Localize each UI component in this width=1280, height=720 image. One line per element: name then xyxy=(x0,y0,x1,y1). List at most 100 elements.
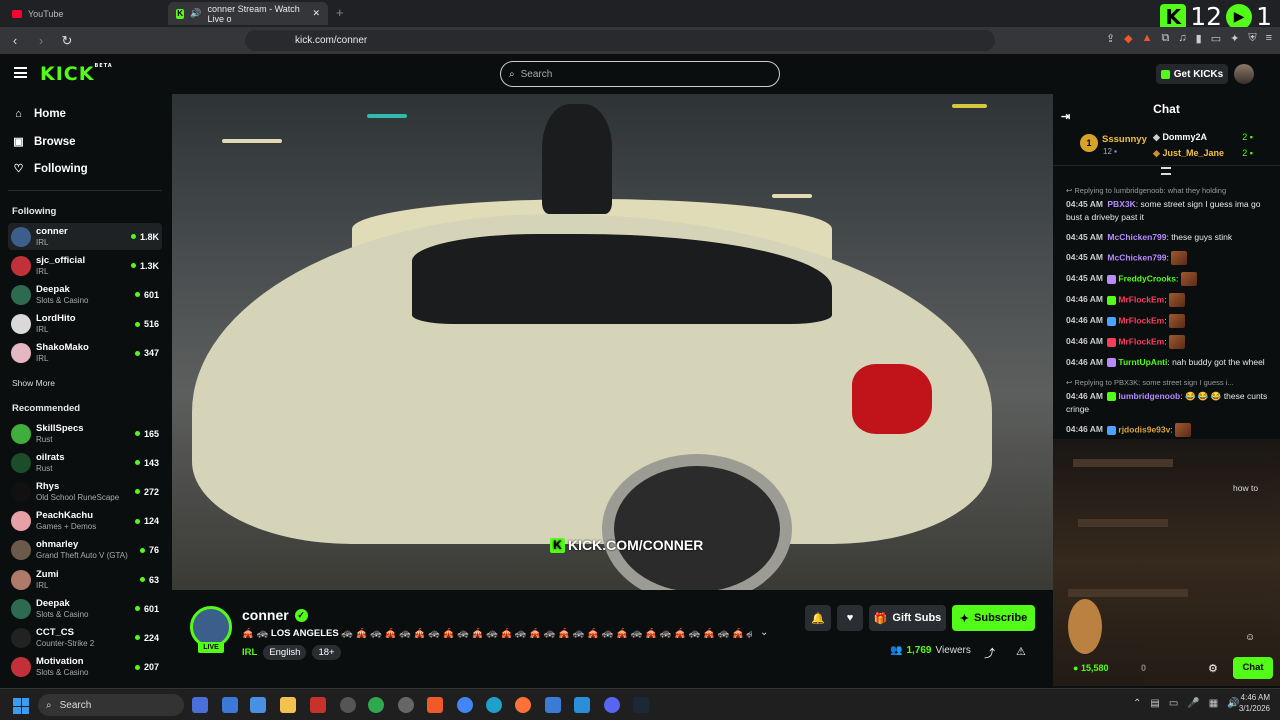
app-icon[interactable]: ▭ xyxy=(1169,698,1178,709)
address-bar[interactable]: kick.com/conner xyxy=(245,30,995,51)
nav-home[interactable]: ⌂ Home xyxy=(12,108,66,120)
discord-icon[interactable] xyxy=(604,697,620,713)
share-icon[interactable]: ⤴ xyxy=(984,645,995,661)
network-icon[interactable]: ▦ xyxy=(1209,698,1218,709)
chevron-up-icon[interactable]: ⌃ xyxy=(1133,698,1141,709)
share-icon[interactable]: ⇪ xyxy=(1106,32,1115,45)
rewards-icon[interactable]: ▲ xyxy=(1142,32,1153,45)
chat-message[interactable]: 04:46 AM TurntUpAnti: nah buddy got the … xyxy=(1066,356,1271,369)
sidebar-icon[interactable]: ▮ xyxy=(1196,32,1202,45)
leader-1-name[interactable]: Sssunnyy xyxy=(1102,134,1147,145)
app-icon[interactable] xyxy=(310,697,326,713)
sidebar-channel-item[interactable]: Deepak Slots & Casino 601 xyxy=(8,281,162,308)
tag-mature[interactable]: 18+ xyxy=(312,645,341,660)
follow-button[interactable]: ♥ xyxy=(837,605,863,631)
hamburger-menu-icon[interactable] xyxy=(14,67,27,78)
channel-points[interactable]: ● 15,580 0 xyxy=(1073,663,1146,673)
menu-icon[interactable]: ≡ xyxy=(1266,32,1272,45)
message-username[interactable]: McChicken799 xyxy=(1107,232,1166,242)
user-avatar[interactable] xyxy=(1234,64,1254,84)
sidebar-channel-item[interactable]: LordHito IRL 516 xyxy=(8,311,162,338)
brave-shield-icon[interactable]: ◆ xyxy=(1124,32,1132,45)
vpn-icon[interactable]: ⛨ xyxy=(1248,32,1256,45)
tag-language[interactable]: English xyxy=(263,645,307,660)
expand-icon[interactable] xyxy=(1161,167,1171,175)
new-tab-button[interactable]: + xyxy=(336,5,344,20)
app-icon[interactable]: ▤ xyxy=(1150,698,1159,709)
sidebar-channel-item[interactable]: PeachKachu Games + Demos 124 xyxy=(8,508,162,535)
message-username[interactable]: MrFlockEm xyxy=(1118,294,1164,304)
leo-icon[interactable]: ✦ xyxy=(1230,32,1239,45)
gear-icon[interactable]: ⚙ xyxy=(1208,662,1218,675)
leader-3-name[interactable]: ◆ Just_Me_Jane xyxy=(1153,148,1224,159)
app-icon[interactable] xyxy=(340,697,356,713)
leader-2-name[interactable]: ◆ Dommy2A xyxy=(1153,132,1207,143)
sidebar-channel-item[interactable]: Rhys Old School RuneScape 272 xyxy=(8,478,162,505)
chat-message[interactable]: 04:46 AM MrFlockEm: xyxy=(1066,314,1271,328)
close-icon[interactable]: ✕ xyxy=(312,8,320,19)
file-explorer-icon[interactable] xyxy=(280,697,296,713)
subscribe-button[interactable]: ✦ Subscribe xyxy=(952,605,1035,631)
app-icon[interactable] xyxy=(250,697,266,713)
tab-youtube[interactable]: YouTube xyxy=(4,2,164,25)
steam-icon[interactable] xyxy=(633,697,649,713)
chrome-icon[interactable] xyxy=(457,697,473,713)
media-icon[interactable]: ♫ xyxy=(1178,32,1186,45)
message-username[interactable]: MrFlockEm xyxy=(1118,336,1164,346)
get-kicks-button[interactable]: Get KICKs xyxy=(1156,64,1228,84)
edge-icon[interactable] xyxy=(486,697,502,713)
volume-icon[interactable]: 🔊 xyxy=(1227,698,1239,709)
notifications-button[interactable]: 🔔 xyxy=(805,605,831,631)
message-username[interactable]: FreddyCrooks xyxy=(1118,273,1176,283)
sidebar-channel-item[interactable]: CCT_CS Counter-Strike 2 224 xyxy=(8,624,162,651)
forward-icon[interactable]: › xyxy=(30,33,52,48)
chat-message[interactable]: 04:45 AM FreddyCrooks: xyxy=(1066,272,1271,286)
sidebar-channel-item[interactable]: Zumi IRL 63 xyxy=(8,566,162,593)
chat-message[interactable]: 04:46 AM MrFlockEm: xyxy=(1066,335,1271,349)
sidebar-channel-item[interactable]: ohmarley Grand Theft Auto V (GTA) 76 xyxy=(8,537,162,564)
sidebar-channel-item[interactable]: Motivation Slots & Casino 207 xyxy=(8,654,162,681)
message-username[interactable]: McChicken799 xyxy=(1107,252,1166,262)
windows-start-icon[interactable] xyxy=(13,698,29,714)
back-icon[interactable]: ‹ xyxy=(4,33,26,48)
show-more-link[interactable]: Show More xyxy=(12,378,55,388)
chat-message[interactable]: 04:45 AM McChicken799: xyxy=(1066,251,1271,265)
sidebar-channel-item[interactable]: SkillSpecs Rust 165 xyxy=(8,420,162,447)
report-icon[interactable]: ⚠ xyxy=(1016,645,1026,658)
message-username[interactable]: lumbridgenoob xyxy=(1118,391,1180,401)
app-icon[interactable] xyxy=(222,697,238,713)
task-view-icon[interactable] xyxy=(192,697,208,713)
wallet-icon[interactable]: ▭ xyxy=(1211,32,1221,45)
message-username[interactable]: PBX3K xyxy=(1107,199,1135,209)
microphone-icon[interactable]: 🎤 xyxy=(1187,698,1199,709)
clock[interactable]: 4:46 AM 3/1/2026 xyxy=(1239,692,1270,714)
message-username[interactable]: TurntUpAnti xyxy=(1118,357,1167,367)
brave-icon[interactable] xyxy=(427,697,443,713)
chat-send-button[interactable]: Chat xyxy=(1233,657,1273,679)
emote-icon[interactable]: ☺ xyxy=(1245,632,1255,643)
chat-message[interactable]: 04:46 AM MrFlockEm: xyxy=(1066,293,1271,307)
chat-message[interactable]: ↩ Replying to lumbridgenoob: what they h… xyxy=(1066,184,1271,224)
reply-context[interactable]: ↩ Replying to lumbridgenoob: what they h… xyxy=(1066,184,1271,197)
firefox-icon[interactable] xyxy=(515,697,531,713)
chat-message[interactable]: 04:45 AM McChicken799: these guys stink xyxy=(1066,231,1271,244)
app-icon[interactable] xyxy=(545,697,561,713)
sidebar-channel-item[interactable]: oilrats Rust 143 xyxy=(8,449,162,476)
category-link[interactable]: IRL xyxy=(242,647,257,658)
nav-following[interactable]: ♡ Following xyxy=(12,162,88,176)
reload-icon[interactable]: ↻ xyxy=(56,33,78,49)
streamer-name[interactable]: conner ✓ xyxy=(242,607,308,623)
chat-message[interactable]: ↩ Replying to PBX3K: some street sign I … xyxy=(1066,376,1271,416)
sidebar-channel-item[interactable]: conner IRL 1.8K xyxy=(8,223,162,250)
vscode-icon[interactable] xyxy=(574,697,590,713)
video-player[interactable]: K KICK.COM/CONNER xyxy=(172,94,1053,590)
kick-logo[interactable]: KICKBETA xyxy=(40,63,113,85)
taskbar-search[interactable]: ⌕ Search xyxy=(38,694,184,716)
sidebar-channel-item[interactable]: Deepak Slots & Casino 601 xyxy=(8,595,162,622)
app-icon[interactable] xyxy=(398,697,414,713)
tab-kick[interactable]: K 🔊 conner Stream - Watch Live o ✕ xyxy=(168,2,328,25)
extensions-icon[interactable]: ⧉ xyxy=(1162,32,1170,45)
gift-subs-button[interactable]: 🎁 Gift Subs xyxy=(869,605,946,631)
app-icon[interactable] xyxy=(368,697,384,713)
reply-context[interactable]: ↩ Replying to PBX3K: some street sign I … xyxy=(1066,376,1271,389)
